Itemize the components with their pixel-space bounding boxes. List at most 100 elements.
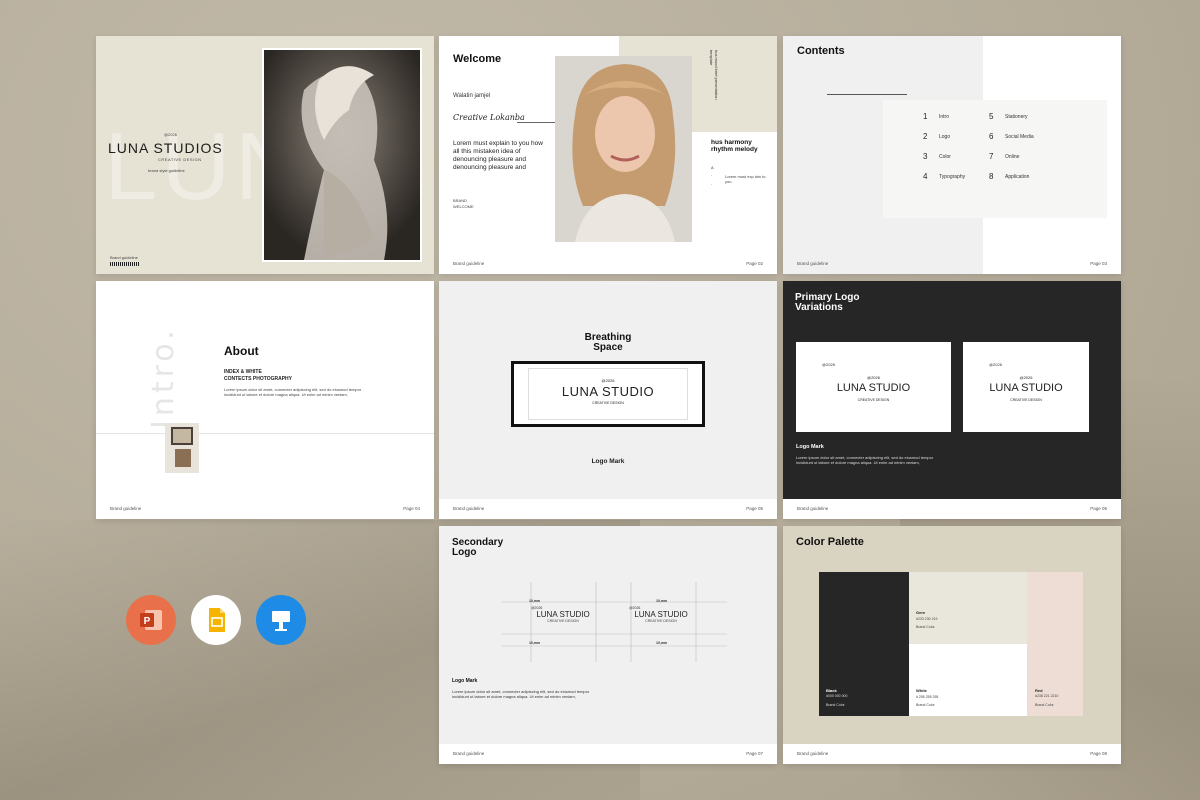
signature-line [517, 122, 555, 123]
breathing-logo-frame: @2026 LUNA STUDIO CREATIVE DESIGN [511, 361, 705, 427]
footer-left: Brand guideline [797, 751, 829, 756]
contents-item-logo[interactable]: Logo [939, 134, 950, 140]
about-photo [165, 423, 199, 473]
primary-logo-text-1: LUNA STUDIO [836, 382, 911, 394]
primary-logo-year-center-2: @2026 [1019, 375, 1033, 380]
swatch-white-code: # 255 255 255 [916, 695, 939, 699]
contents-item-number: 7 [989, 152, 994, 161]
swatch-black[interactable]: Black #000 000 000 Brand Color [819, 572, 909, 716]
contents-item-social-media[interactable]: Social Media [1005, 134, 1034, 140]
primary-logo-text-2: LUNA STUDIO [989, 382, 1063, 394]
contents-item-intro[interactable]: Intro [939, 114, 949, 120]
swatch-white-name: White [916, 688, 927, 693]
secondary-logo-2: @2026 LUNA STUDIO CREATIVE DESIGN [629, 606, 693, 623]
cover-subtitle: CREATIVE DESIGN [158, 157, 202, 162]
secondary-logo-sub-1: CREATIVE DESIGN [547, 619, 579, 623]
footer-left: Brand guideline [110, 506, 142, 511]
breathing-title-line2: Space [593, 342, 623, 353]
breathing-logo-text: LUNA STUDIO [561, 384, 655, 399]
contents-item-stationery[interactable]: Stationery [1005, 114, 1028, 120]
footer-left: Brand guideline [797, 506, 829, 511]
page-number: Page 03 [1090, 261, 1107, 266]
slide-secondary-logo[interactable]: Secondary Logo 10,mm 10,mm 10,mm 10,mm @… [439, 526, 777, 764]
contents-list-panel [883, 100, 1107, 218]
footer-band [783, 499, 1121, 519]
primary-logo-card-2: @2026 @2026 LUNA STUDIO CREATIVE DESIGN [963, 342, 1089, 432]
primary-logo-year-2: @2026 [989, 362, 1002, 367]
footer-left: Brand guideline [453, 751, 485, 756]
swatch-gere-code: #233 230 219 [916, 617, 938, 621]
secondary-logo-title: Secondary Logo [452, 538, 503, 558]
secondary-logo-title-line2: Logo [452, 547, 477, 558]
primary-logo-title-line2: Variations [795, 302, 843, 313]
breathing-title: Breathing Space [439, 333, 777, 353]
about-title: About [224, 344, 259, 358]
swatch-gere-fill [909, 572, 1027, 644]
swatch-gere-label: Brand Color [916, 625, 935, 629]
slide-cover[interactable]: LUNA @2026 LUNA STUDIOS CREATIVE DESIGN … [96, 36, 434, 274]
welcome-label-welcome: WELCOME [453, 204, 474, 209]
contents-title: Contents [797, 45, 845, 57]
primary-logo-sub-2: CREATIVE DESIGN [1010, 398, 1042, 402]
contents-item-typography[interactable]: Typography [939, 174, 965, 180]
svg-text:P: P [144, 616, 151, 627]
color-palette-title: Color Palette [796, 536, 864, 548]
slide-breathing-space[interactable]: Breathing Space @2026 LUNA STUDIO CREATI… [439, 281, 777, 519]
welcome-name: Walatin jamjel [453, 93, 491, 99]
page-number: Page 04 [403, 506, 420, 511]
swatch-white[interactable]: White # 255 255 255 Brand Color [909, 644, 1027, 716]
page-number: Page 06 [1090, 506, 1107, 511]
secondary-logo-caption: Logo Mark [452, 678, 478, 684]
cover-tagline: brand style guideline [148, 168, 185, 173]
welcome-portrait [555, 56, 692, 242]
primary-logo-year-1: @2026 [822, 362, 835, 367]
about-divider [96, 433, 434, 434]
keynote-icon[interactable] [256, 595, 306, 645]
slide-welcome[interactable]: Welcome Walatin jamjel Creative Lokanba … [439, 36, 777, 274]
keynote-glyph [272, 611, 290, 631]
contents-item-number: 1 [923, 112, 928, 121]
slide-color-palette[interactable]: Color Palette Black #000 000 000 Brand C… [783, 526, 1121, 764]
footer-left: Brand guideline [797, 261, 829, 266]
woman-photo-illustration [264, 50, 420, 260]
footer-left: Brand guideline [453, 506, 485, 511]
footer-band [783, 744, 1121, 764]
page-number: Page 05 [746, 506, 763, 511]
welcome-body: Lorem must explain to you how all this m… [453, 140, 543, 172]
welcome-right-bullets: A · · [711, 165, 714, 187]
swatch-black-name: Black [826, 688, 837, 693]
swatch-gere[interactable]: Gere #233 230 219 Brand Color [909, 572, 1027, 644]
contents-item-online[interactable]: Online [1005, 154, 1019, 160]
dimension-label-1: 10,mm [529, 599, 541, 603]
slide-primary-logo[interactable]: Primary Logo Variations @2026 @2026 LUNA… [783, 281, 1121, 519]
google-slides-glyph [209, 608, 225, 632]
intro-vertical-text: Intro. [146, 326, 181, 429]
contents-item-number: 8 [989, 172, 994, 181]
google-slides-icon[interactable] [191, 595, 241, 645]
contents-item-number: 2 [923, 132, 928, 141]
portrait-illustration [555, 56, 692, 242]
about-subtitle-2: CONTECTS PHOTOGRAPHY [224, 376, 292, 382]
secondary-logo-1: @2026 LUNA STUDIO CREATIVE DESIGN [531, 606, 595, 623]
slide-contents[interactable]: Contents 1 Intro 2 Logo 3 Color 4 Typography 5 St… [783, 36, 1121, 274]
dimension-label-2: 10,mm [656, 599, 668, 603]
swatch-gere-name: Gere [916, 610, 926, 615]
welcome-label-brand: BRAND [453, 198, 468, 203]
cover-year: @2026 [164, 132, 177, 137]
contents-item-number: 6 [989, 132, 994, 141]
swatch-red[interactable]: Red #238 221 2210 Brand Color [1027, 572, 1083, 716]
contents-item-application[interactable]: Application [1005, 174, 1029, 180]
primary-logo-sub-1: CREATIVE DESIGN [857, 398, 890, 402]
secondary-logo-body: Lorem ipsum dolor sit amet, connecter ad… [452, 689, 590, 700]
secondary-logo-text-1: LUNA STUDIO [536, 610, 590, 619]
cover-photo [262, 48, 422, 262]
breathing-caption: Logo Mark [591, 458, 625, 465]
contents-item-color[interactable]: Color [939, 154, 951, 160]
slide-about[interactable]: Intro. About INDEX & WHITE CONTECTS PHOT… [96, 281, 434, 519]
contents-item-number: 5 [989, 112, 994, 121]
welcome-title: Welcome [453, 53, 502, 65]
footer-band [439, 744, 777, 764]
powerpoint-icon[interactable]: P [126, 595, 176, 645]
primary-logo-title: Primary Logo Variations [795, 293, 859, 313]
breathing-logo-sub: CREATIVE DESIGN [592, 401, 624, 405]
